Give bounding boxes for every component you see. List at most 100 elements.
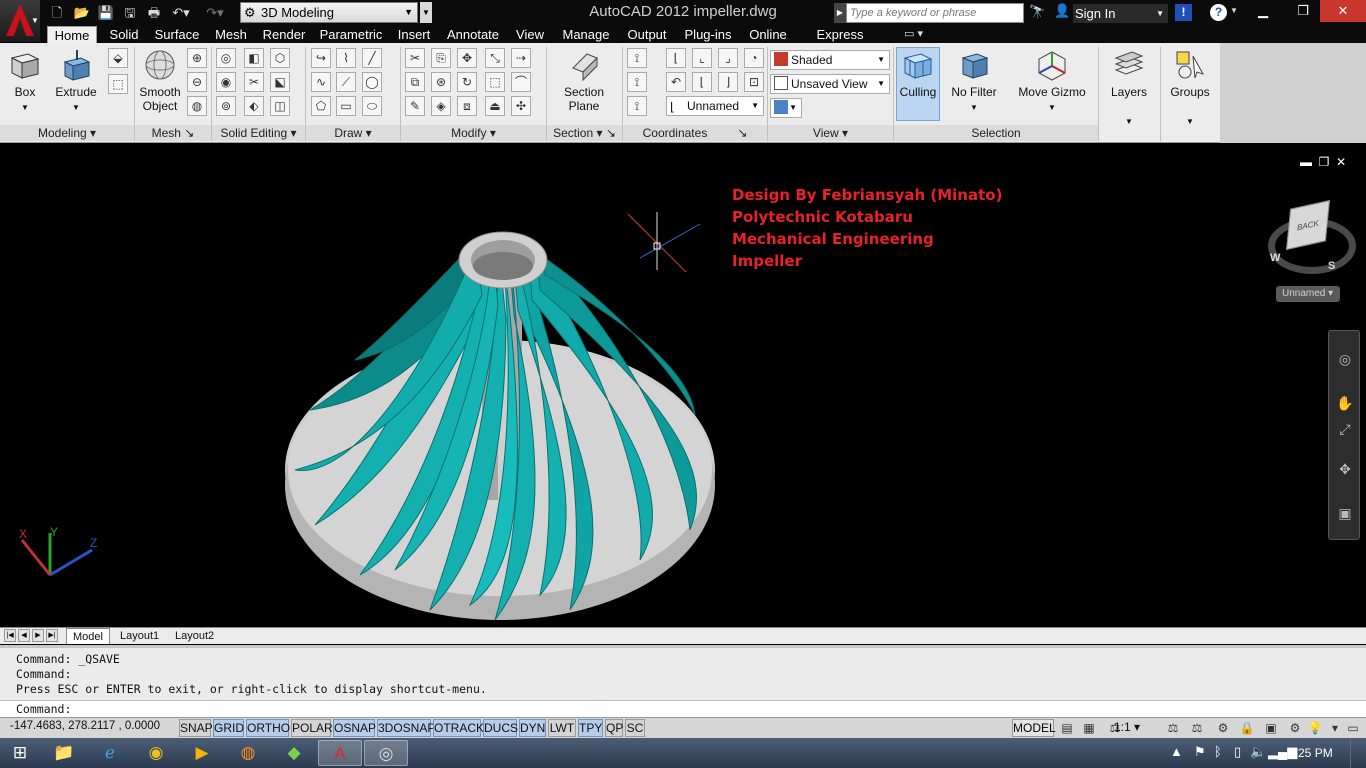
open-file-icon[interactable]: 📂 [73,3,91,23]
showmotion-icon[interactable]: ▣ [1335,503,1355,523]
ucs-face-icon[interactable]: ⟟ [627,72,647,92]
quick-view-drawings-icon[interactable]: ▦ [1080,719,1098,737]
status-toggle-sc[interactable]: SC [625,719,645,737]
status-toggle-ducs[interactable]: DUCS [483,719,518,737]
status-toggle-ortho[interactable]: ORTHO [246,719,290,737]
ucs-object-icon[interactable]: ⊡ [744,72,764,92]
view-panel-label[interactable]: View ▾ [768,125,893,141]
status-toggle-grid[interactable]: GRID [213,719,244,737]
polysolid-icon[interactable]: ⬙ [108,48,128,68]
section-plane-button[interactable]: Section Plane [558,48,610,113]
status-menu-icon[interactable]: ▾ [1326,719,1344,737]
scale-icon[interactable]: ⬚ [485,72,505,92]
save-icon[interactable]: 💾 [97,3,115,23]
model-space-button[interactable]: MODEL [1012,719,1056,737]
binoculars-icon[interactable]: 🔭 [1029,4,1045,20]
quick-view-layouts-icon[interactable]: ▤ [1058,719,1076,737]
redo-icon[interactable]: ↷▾ [203,3,227,23]
ucs-3point-icon[interactable]: ⌊ [692,72,712,92]
pan-icon[interactable]: ✋ [1335,393,1355,413]
helix-icon[interactable]: ⌇ [336,48,356,68]
tab-layout1[interactable]: Layout1 [114,628,165,644]
3d-array-icon[interactable]: ⧉ [405,72,425,92]
globe-app-icon[interactable]: ◆ [274,740,314,766]
show-desktop-button[interactable] [1350,738,1366,768]
modify-panel-label[interactable]: Modify ▾ [401,125,546,141]
internet-explorer-icon[interactable]: ℯ [90,740,130,766]
autocad-taskbar-icon[interactable]: A [318,740,362,766]
draw-panel-label[interactable]: Draw ▾ [306,125,400,141]
viewport-config-dropdown[interactable]: ▼ [770,98,802,118]
extrude-faces-icon[interactable]: ⬕ [270,72,290,92]
tab-insert[interactable]: Insert [392,26,436,43]
move-draw-icon[interactable]: ↪ [311,48,331,68]
status-toggle-otrack[interactable]: OTRACK [433,719,484,737]
ucs-named-icon[interactable]: ⟟ [627,96,647,116]
box-button[interactable]: Box ▼ [6,48,44,115]
ribbon-minimize-icon[interactable]: ▭ ▾ [904,27,923,40]
bluetooth-icon[interactable]: ᛒ [1214,744,1222,759]
drawing-viewport[interactable]: X Y Z [0,150,1366,627]
first-layout-icon[interactable]: |◀ [4,629,16,642]
workspace-switching-icon[interactable]: ⚙ [1214,719,1232,737]
volume-icon[interactable]: 🔈 [1250,744,1266,760]
minimize-button[interactable]: ▁ [1244,0,1282,22]
tab-surface[interactable]: Surface [150,26,204,43]
trim-icon[interactable]: ✂ [405,48,425,68]
restore-button[interactable]: ❐ [1284,0,1322,22]
tab-annotate[interactable]: Annotate [442,26,504,43]
tab-plugins[interactable]: Plug-ins [680,26,736,43]
ucs-icon[interactable]: ⟟ [627,48,647,68]
ucs-view-icon[interactable]: ◔ [744,48,764,68]
command-input[interactable]: Command: [0,700,1366,717]
visual-style-dropdown[interactable]: Shaded ▼ [770,50,890,70]
3d-rotate-icon[interactable]: ⊛ [431,72,451,92]
fillet-icon[interactable]: ⌒ [511,72,531,92]
help-icon[interactable]: ? [1210,4,1227,21]
status-toggle-polar[interactable]: POLAR [291,719,333,737]
mesh-panel-label[interactable]: Mesh ↘ [135,125,211,141]
help-dropdown-icon[interactable]: ▼ [1230,6,1238,15]
modeling-panel-label[interactable]: Modeling ▾ [0,125,134,141]
polyline-icon[interactable]: ⟋ [336,72,356,92]
flag-icon[interactable]: ⚑ [1194,744,1206,760]
qat-customize-button[interactable]: ▼ [420,2,432,23]
ucs-origin-icon[interactable]: ⌞ [692,48,712,68]
section-panel-label[interactable]: Section ▾ ↘ [547,125,622,141]
new-file-icon[interactable]: 🗋 [48,3,66,23]
selection-panel-label[interactable]: Selection [894,125,1098,141]
exchange-icon[interactable]: ! [1175,4,1192,21]
plot-icon[interactable]: 🖶 [145,3,163,23]
status-toggle-snap[interactable]: SNAP [179,719,213,737]
move-gizmo-button[interactable]: Move Gizmo ▼ [1016,48,1088,115]
smooth-less-icon[interactable]: ⊖ [187,72,207,92]
steering-wheel-icon[interactable]: ◎ [1335,349,1355,369]
rectangle-icon[interactable]: ▭ [336,96,356,116]
sign-in-button[interactable]: Sign In ▼ [1073,4,1168,23]
chrome-icon[interactable]: ◉ [136,740,176,766]
coordinates-panel-label[interactable]: Coordinates ↘ [623,125,767,141]
groups-button[interactable]: Groups ▼ [1166,48,1214,129]
subtract-icon[interactable]: ◉ [216,72,236,92]
solid-editing-panel-label[interactable]: Solid Editing ▾ [212,125,305,141]
lock-icon[interactable]: 🔒 [1238,719,1256,737]
line-icon[interactable]: ╱ [362,48,382,68]
tab-express-tools[interactable]: Express Tools [800,26,880,59]
isolate-objects-icon[interactable]: ⚙ [1286,719,1304,737]
auto-scale-icon[interactable]: ⚖ [1188,719,1206,737]
status-toggle-3dosnap[interactable]: 3DOSNAP [377,719,435,737]
shell-icon[interactable]: ◫ [270,96,290,116]
tab-parametric[interactable]: Parametric [316,26,386,43]
offset-icon[interactable]: ◈ [431,96,451,116]
save-as-icon[interactable]: 🖫 [121,3,139,23]
rotate-icon[interactable]: ↻ [457,72,477,92]
compass-south[interactable]: S [1328,260,1335,272]
search-input[interactable]: Type a keyword or phrase [846,3,1024,23]
prev-layout-icon[interactable]: ◀ [18,629,30,642]
intersect-icon[interactable]: ⊚ [216,96,236,116]
layers-button[interactable]: Layers ▼ [1104,48,1154,129]
circle-icon[interactable]: ◯ [362,72,382,92]
ucs-z-icon[interactable]: ⌋ [718,72,738,92]
copy-icon[interactable]: ⎘ [431,48,451,68]
undo-icon[interactable]: ↶▾ [169,3,193,23]
